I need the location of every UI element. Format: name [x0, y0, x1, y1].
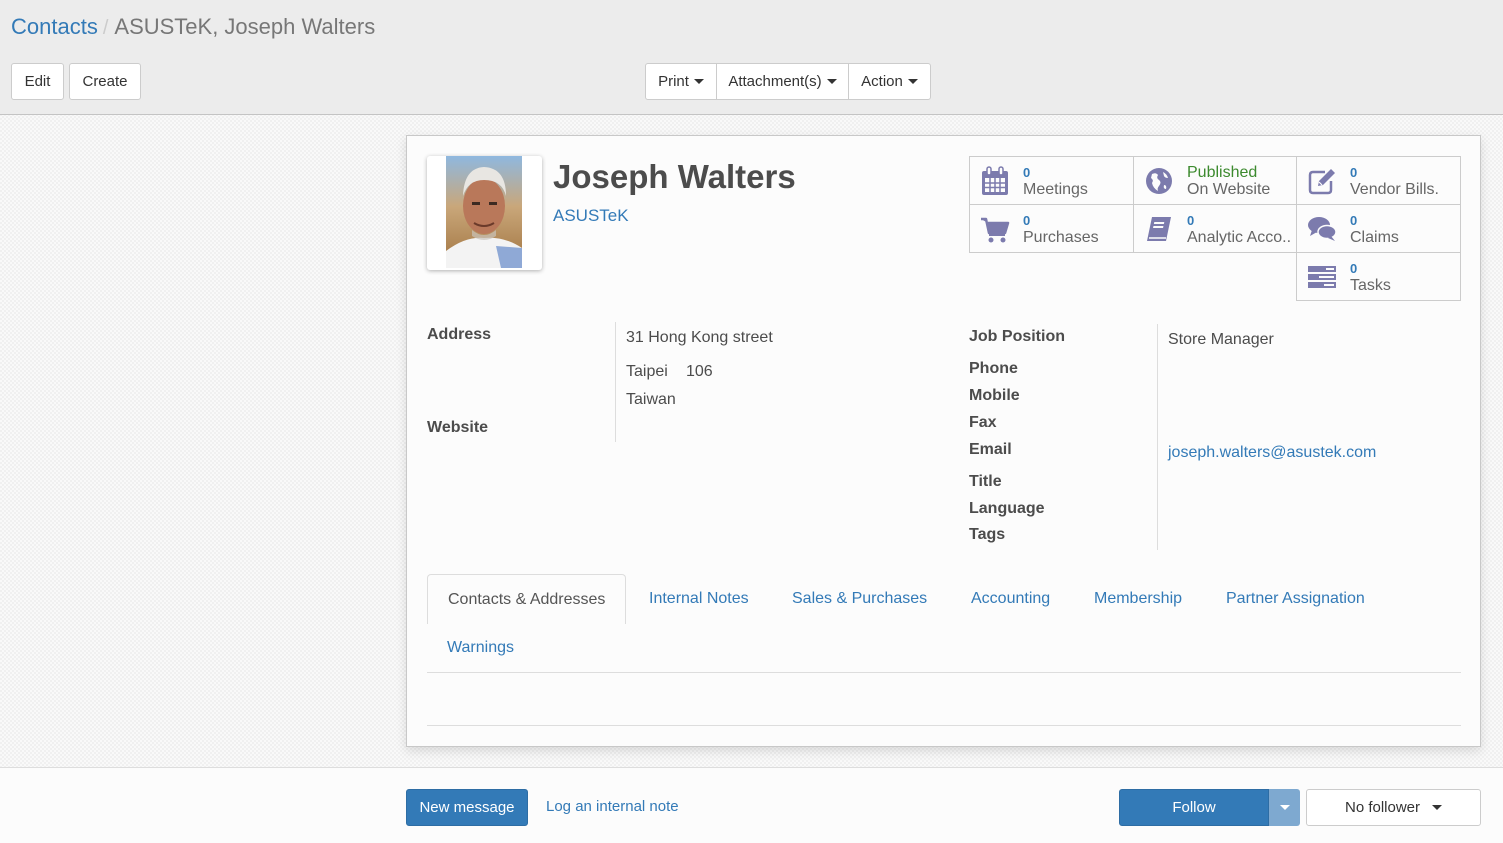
email-link[interactable]: joseph.walters@asustek.com: [1168, 444, 1376, 462]
followers-label: No follower: [1344, 799, 1421, 816]
log-internal-note-link[interactable]: Log an internal note: [546, 798, 679, 815]
caret-down-icon: [693, 79, 704, 84]
street-field: 31 Hong Kong street: [626, 329, 773, 346]
breadcrumb-contacts-link[interactable]: Contacts: [11, 14, 98, 39]
print-dropdown-button[interactable]: Print: [645, 63, 717, 100]
field-divider: [1157, 324, 1158, 550]
tasks-button[interactable]: 0 Tasks: [1296, 252, 1461, 301]
breadcrumb-current: ASUSTeK, Joseph Walters: [114, 14, 376, 39]
book-icon: [1147, 216, 1171, 241]
globe-icon: [1146, 167, 1172, 194]
chatter: New message Log an internal note Follow …: [0, 767, 1503, 843]
calendar-icon: [982, 165, 1008, 195]
tasks-icon: [1308, 265, 1336, 288]
tasks-count: 0: [1350, 260, 1358, 276]
follow-button[interactable]: Follow: [1119, 789, 1269, 826]
edit-button[interactable]: Edit: [11, 63, 64, 100]
claims-button[interactable]: 0 Claims: [1296, 204, 1461, 253]
website-label: On Website: [1187, 180, 1271, 198]
tab-sales-purchases[interactable]: Sales & Purchases: [772, 574, 947, 623]
job-position-field: Store Manager: [1168, 331, 1274, 348]
action-label: Action: [861, 73, 903, 90]
phone-label: Phone: [969, 360, 1018, 377]
purchases-label: Purchases: [1023, 228, 1099, 246]
analytic-accounts-button[interactable]: 0 Analytic Acco..: [1133, 204, 1298, 253]
tab-internal-notes[interactable]: Internal Notes: [629, 574, 769, 623]
form-sheet: Joseph Walters ASUSTeK 0 Meetings Publis…: [406, 135, 1481, 747]
field-divider: [615, 322, 616, 442]
tabs-bottom-border: [427, 672, 1461, 673]
meetings-count: 0: [1023, 164, 1031, 180]
control-panel: Contacts / ASUSTeK, Joseph Walters Edit Cr…: [0, 0, 1503, 115]
breadcrumb-separator: /: [102, 17, 109, 39]
attachments-label: Attachment(s): [728, 73, 822, 90]
partner-avatar[interactable]: [427, 156, 542, 270]
website-published-button[interactable]: Published On Website: [1133, 156, 1298, 205]
sidebar-button-group: Print Attachment(s) Action: [645, 63, 931, 100]
vendor-bills-label: Vendor Bills.: [1350, 180, 1439, 198]
analytic-accounts-count: 0: [1187, 212, 1195, 228]
language-label: Language: [969, 500, 1045, 517]
zip-field: 106: [686, 363, 713, 380]
city-field: Taipei: [626, 363, 668, 380]
tab-content-bottom-border: [427, 725, 1461, 726]
title-label: Title: [969, 473, 1002, 490]
action-dropdown-button[interactable]: Action: [848, 63, 931, 100]
edit-icon: [1308, 168, 1335, 194]
vendor-bills-count: 0: [1350, 164, 1358, 180]
fax-label: Fax: [969, 414, 997, 431]
avatar-photo: [446, 156, 522, 268]
partner-name: Joseph Walters: [553, 158, 796, 195]
print-label: Print: [658, 73, 689, 90]
caret-down-icon: [1432, 805, 1443, 810]
meetings-button[interactable]: 0 Meetings: [969, 156, 1134, 205]
followers-dropdown[interactable]: No follower: [1306, 789, 1481, 826]
tab-accounting[interactable]: Accounting: [951, 574, 1070, 623]
claims-label: Claims: [1350, 228, 1399, 246]
company-link[interactable]: ASUSTeK: [553, 206, 629, 226]
comments-icon: [1308, 216, 1337, 241]
tab-membership[interactable]: Membership: [1074, 574, 1202, 623]
purchases-button[interactable]: 0 Purchases: [969, 204, 1134, 253]
meetings-label: Meetings: [1023, 180, 1088, 198]
tags-label: Tags: [969, 526, 1006, 543]
website-status: Published: [1187, 163, 1258, 181]
new-message-button[interactable]: New message: [406, 789, 528, 826]
attachments-dropdown-button[interactable]: Attachment(s): [716, 63, 849, 100]
breadcrumb: Contacts / ASUSTeK, Joseph Walters: [11, 13, 375, 42]
create-button[interactable]: Create: [69, 63, 141, 100]
tab-warnings[interactable]: Warnings: [427, 623, 534, 672]
website-field-label: Website: [427, 419, 489, 436]
claims-count: 0: [1350, 212, 1358, 228]
country-field: Taiwan: [626, 391, 676, 408]
tasks-label: Tasks: [1350, 276, 1391, 294]
analytic-accounts-label: Analytic Acco..: [1187, 228, 1292, 246]
caret-down-icon: [907, 79, 918, 84]
purchases-count: 0: [1023, 212, 1031, 228]
address-label: Address: [427, 326, 492, 343]
email-label: Email: [969, 441, 1012, 458]
shopping-cart-icon: [981, 217, 1010, 242]
tab-contacts-addresses[interactable]: Contacts & Addresses: [427, 574, 627, 624]
caret-down-icon: [826, 79, 837, 84]
caret-down-icon: [1279, 805, 1290, 810]
tab-partner-assignation[interactable]: Partner Assignation: [1206, 574, 1385, 623]
follow-options-toggle[interactable]: [1269, 789, 1300, 826]
job-position-label: Job Position: [969, 328, 1065, 345]
mobile-label: Mobile: [969, 387, 1020, 404]
vendor-bills-button[interactable]: 0 Vendor Bills.: [1296, 156, 1461, 205]
